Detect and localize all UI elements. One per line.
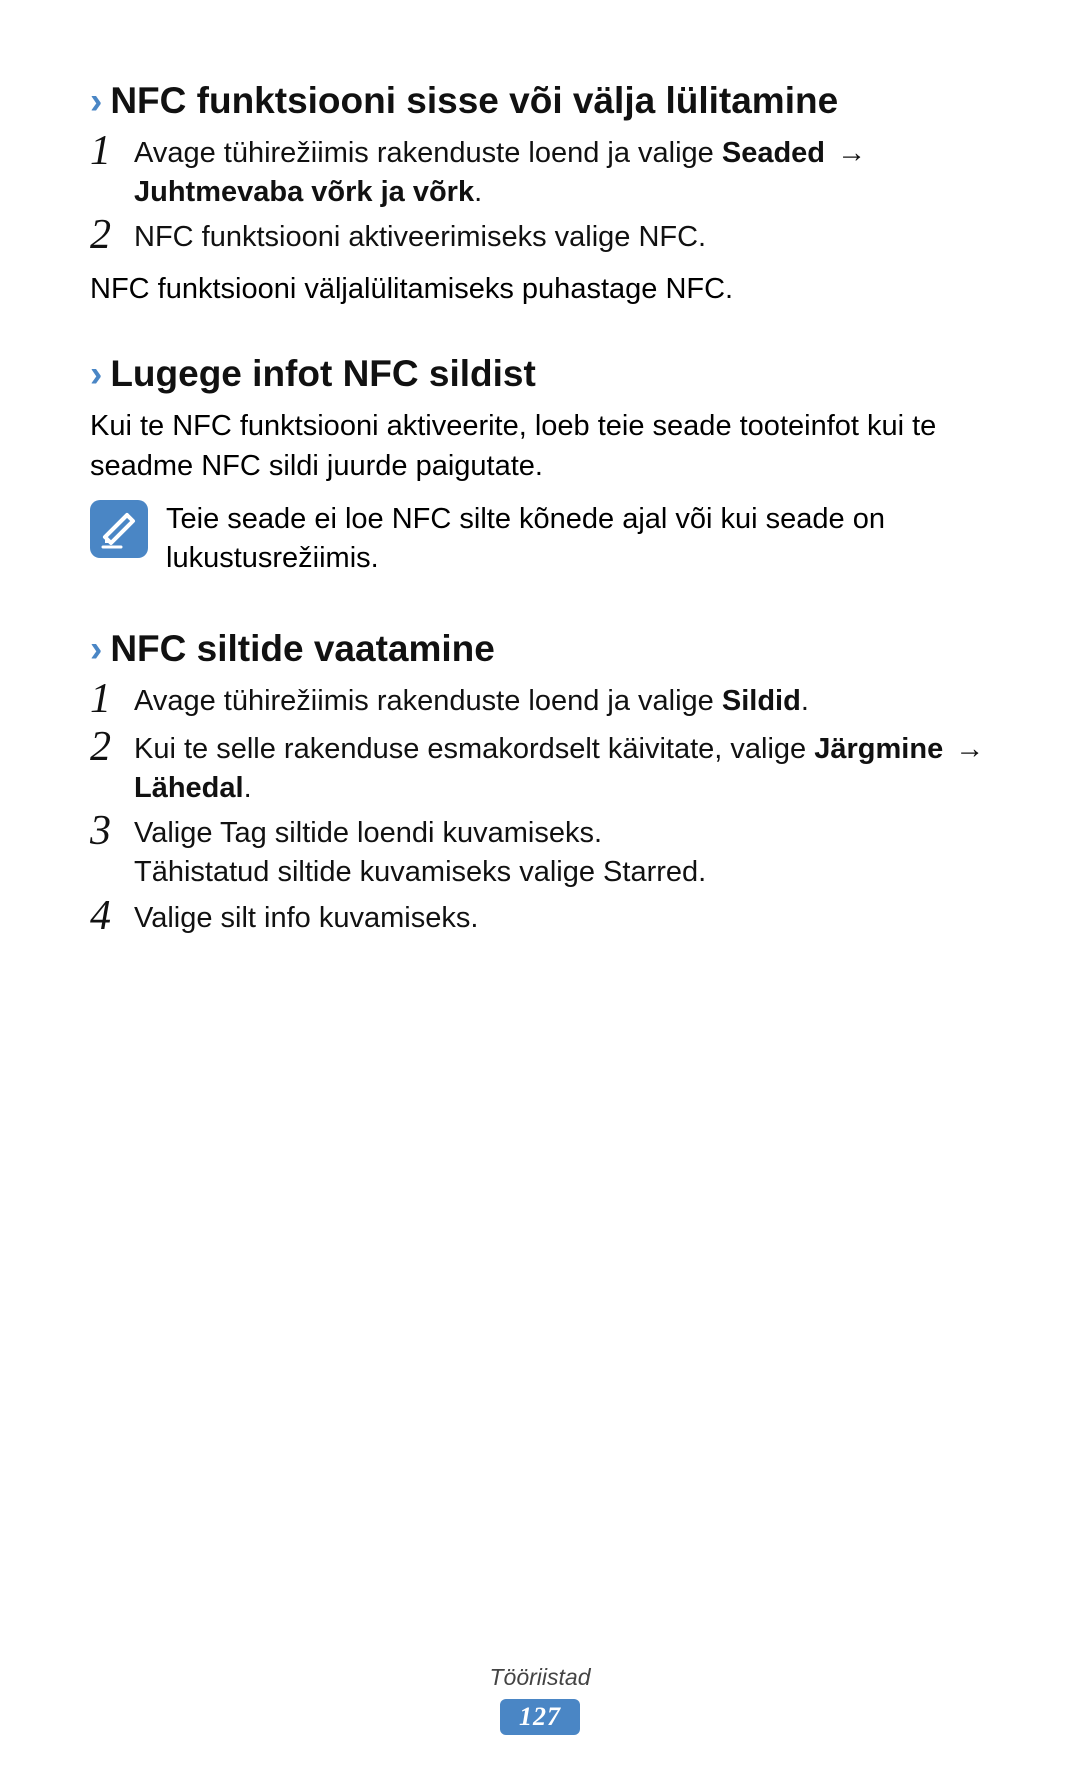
step-body: Valige silt info kuvamiseks. bbox=[134, 899, 990, 938]
section-heading-nfc-view-tags: ›NFC siltide vaatamine bbox=[90, 628, 990, 670]
step-row: 3 Valige Tag siltide loendi kuvamiseks.T… bbox=[90, 814, 990, 892]
note-row: Teie seade ei loe NFC silte kõnede ajal … bbox=[90, 500, 990, 578]
step-number: 1 bbox=[90, 130, 134, 172]
section-after-text: NFC funktsiooni väljalülitamiseks puhast… bbox=[90, 270, 990, 309]
section-heading-nfc-read: ›Lugege infot NFC sildist bbox=[90, 353, 990, 395]
page-footer: Tööriistad 127 bbox=[0, 1664, 1080, 1735]
step-row: 1 Avage tühirežiimis rakenduste loend ja… bbox=[90, 134, 990, 212]
step-number: 3 bbox=[90, 810, 134, 852]
step-row: 1 Avage tühirežiimis rakenduste loend ja… bbox=[90, 682, 990, 724]
step-body: Avage tühirežiimis rakenduste loend ja v… bbox=[134, 134, 990, 212]
section-heading-nfc-toggle: ›NFC funktsiooni sisse või välja lülitam… bbox=[90, 80, 990, 122]
step-number: 4 bbox=[90, 895, 134, 937]
step-row: 4 Valige silt info kuvamiseks. bbox=[90, 899, 990, 941]
note-text: Teie seade ei loe NFC silte kõnede ajal … bbox=[166, 500, 990, 578]
footer-category: Tööriistad bbox=[0, 1664, 1080, 1691]
note-icon bbox=[90, 500, 148, 558]
step-row: 2 Kui te selle rakenduse esmakordselt kä… bbox=[90, 730, 990, 808]
step-number: 1 bbox=[90, 678, 134, 720]
heading-text: NFC siltide vaatamine bbox=[110, 628, 495, 669]
step-number: 2 bbox=[90, 214, 134, 256]
heading-text: Lugege infot NFC sildist bbox=[110, 353, 535, 394]
step-body: NFC funktsiooni aktiveerimiseks valige N… bbox=[134, 218, 990, 257]
step-body: Kui te selle rakenduse esmakordselt käiv… bbox=[134, 730, 990, 808]
step-body: Avage tühirežiimis rakenduste loend ja v… bbox=[134, 682, 990, 721]
step-body: Valige Tag siltide loendi kuvamiseks.Täh… bbox=[134, 814, 990, 892]
chevron-icon: › bbox=[90, 628, 102, 669]
page-number: 127 bbox=[500, 1699, 580, 1735]
step-number: 2 bbox=[90, 726, 134, 768]
step-row: 2 NFC funktsiooni aktiveerimiseks valige… bbox=[90, 218, 990, 260]
chevron-icon: › bbox=[90, 80, 102, 121]
chevron-icon: › bbox=[90, 353, 102, 394]
heading-text: NFC funktsiooni sisse või välja lülitami… bbox=[110, 80, 838, 121]
section-body-text: Kui te NFC funktsiooni aktiveerite, loeb… bbox=[90, 407, 990, 485]
manual-page: ›NFC funktsiooni sisse või välja lülitam… bbox=[0, 0, 1080, 1771]
